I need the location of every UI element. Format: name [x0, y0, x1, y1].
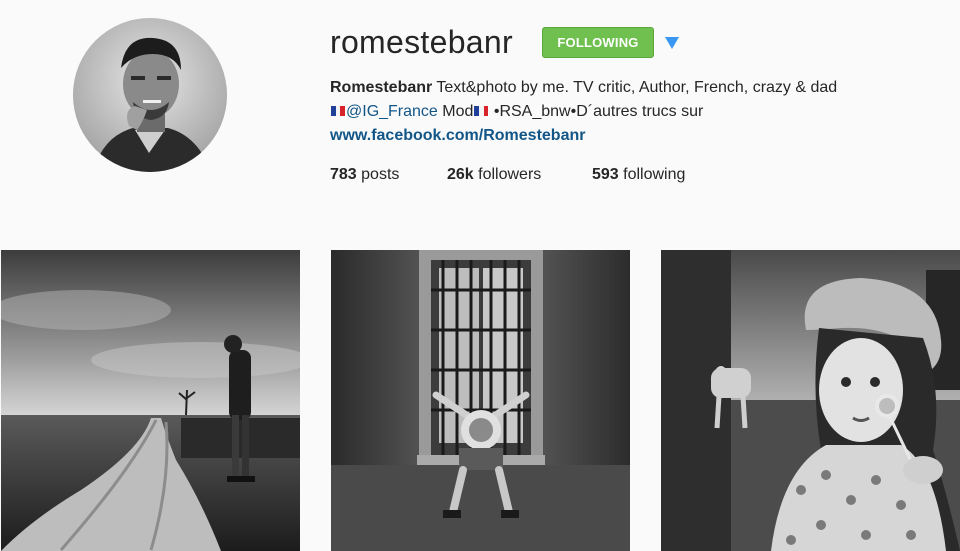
french-flag-icon	[474, 106, 489, 116]
followers-label: followers	[473, 166, 542, 183]
caret-down-icon[interactable]	[664, 36, 680, 50]
bio-mod-text: Mod	[437, 103, 474, 120]
french-flag-icon	[331, 106, 345, 116]
profile-avatar[interactable]	[73, 18, 227, 172]
avatar-image	[73, 18, 227, 172]
bio-text-rest: •RSA_bnw•D´autres trucs sur	[489, 103, 704, 120]
posts-stat: 783 posts	[330, 163, 399, 187]
followers-stat[interactable]: 26k followers	[447, 163, 541, 187]
photo-tile[interactable]	[331, 250, 630, 551]
posts-count: 783	[330, 166, 357, 183]
following-button[interactable]: FOLLOWING	[542, 27, 654, 58]
boy-on-window-bars-photo	[331, 250, 630, 551]
bio-line-2: @IG_France Mod •RSA_bnw•D´autres trucs s…	[330, 100, 930, 124]
following-count: 593	[592, 166, 619, 183]
photo-tile[interactable]	[1, 250, 300, 551]
profile-page: romestebanr FOLLOWING Romestebanr Text&p…	[0, 0, 960, 551]
followers-count: 26k	[447, 166, 474, 183]
girl-with-lollipop-photo	[661, 250, 960, 551]
following-stat[interactable]: 593 following	[592, 163, 685, 187]
man-on-dirt-road-photo	[1, 250, 300, 551]
photo-tile[interactable]	[661, 250, 960, 551]
ig-france-link[interactable]: @IG_France	[346, 103, 438, 120]
following-label: following	[618, 166, 686, 183]
profile-bio: Romestebanr Text&photo by me. TV critic,…	[330, 76, 930, 148]
bio-full-name: Romestebanr	[330, 79, 433, 96]
bio-line-3: www.facebook.com/Romestebanr	[330, 124, 930, 148]
bio-text: Text&photo by me. TV critic, Author, Fre…	[432, 79, 838, 96]
profile-username: romestebanr	[330, 24, 513, 60]
bio-line-1: Romestebanr Text&photo by me. TV critic,…	[330, 76, 930, 100]
posts-label: posts	[356, 166, 400, 183]
website-link[interactable]: www.facebook.com/Romestebanr	[330, 127, 585, 144]
